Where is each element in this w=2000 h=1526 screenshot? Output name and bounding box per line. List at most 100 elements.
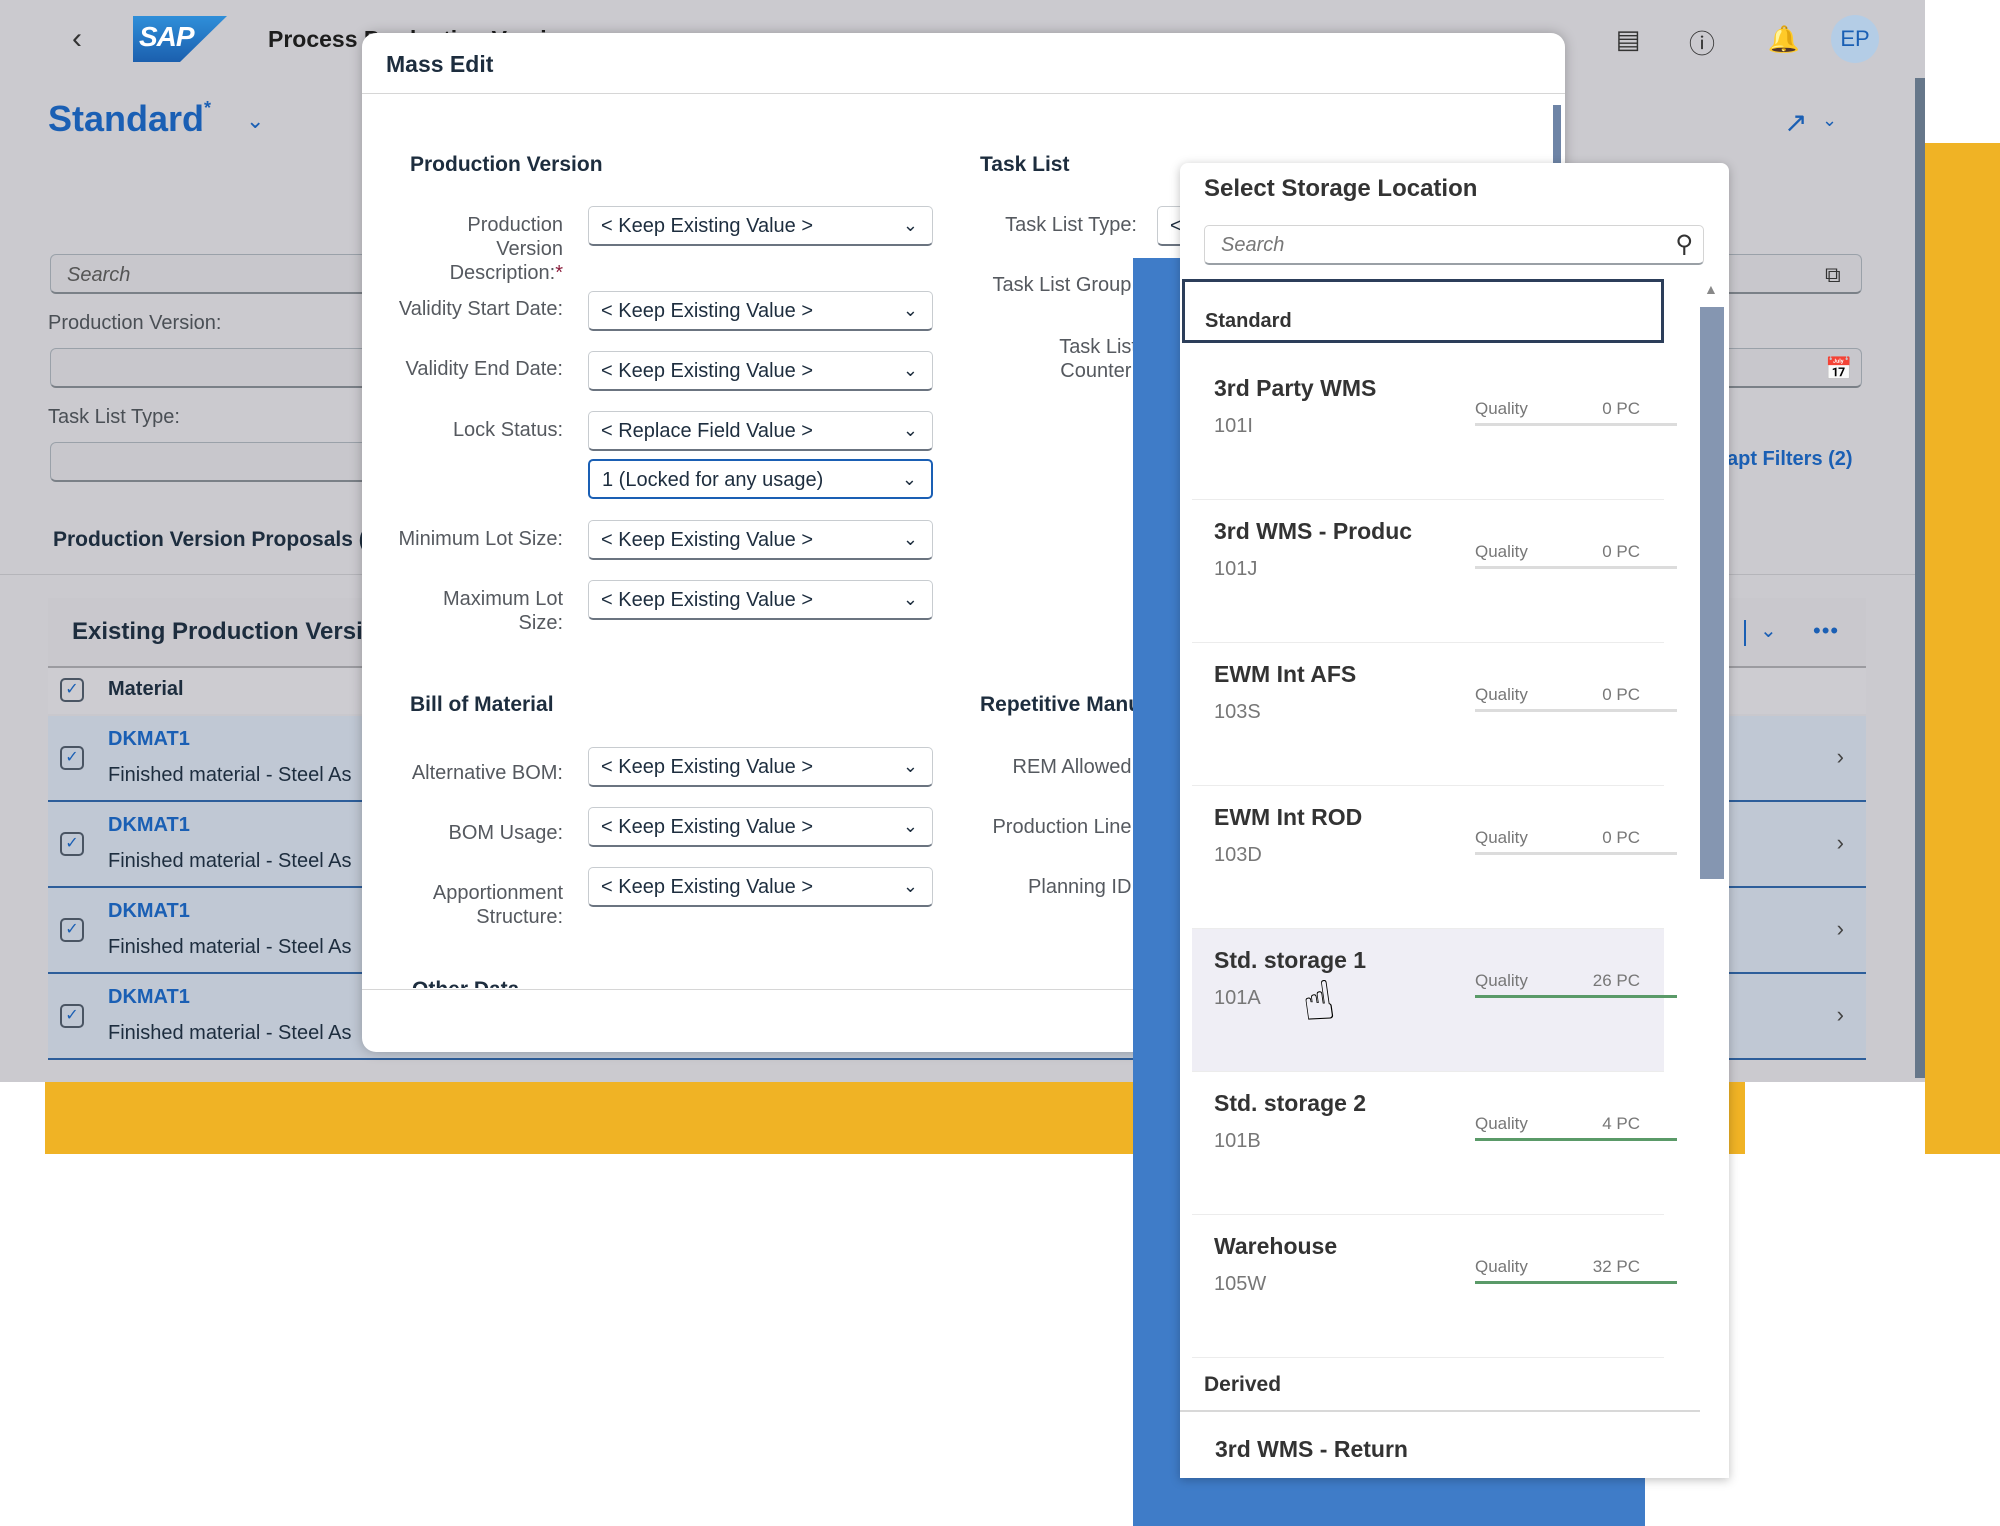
production-version-description-select[interactable]: < Keep Existing Value > ⌄: [588, 206, 933, 246]
row-checkbox[interactable]: ✓: [60, 746, 84, 770]
divider: [1180, 1410, 1700, 1412]
notification-icon[interactable]: 🔔: [1766, 24, 1802, 55]
section-title-repetitive-manufacturing: Repetitive Manu: [980, 693, 1142, 716]
group-header-standard: Standard: [1182, 279, 1664, 343]
chevron-down-icon[interactable]: ⌄: [1822, 110, 1837, 131]
lock-status-value-select[interactable]: 1 (Locked for any usage) ⌄: [588, 459, 933, 499]
variant-title[interactable]: Standard*: [48, 98, 211, 140]
storage-location-item[interactable]: Std. storage 1 101A Quality 26 PC: [1192, 929, 1677, 1072]
stock-quantity: 0 PC: [1602, 685, 1640, 704]
chevron-down-icon: ⌄: [902, 215, 918, 235]
bom-usage-select[interactable]: < Keep Existing Value > ⌄: [588, 807, 933, 847]
field-label: Planning ID:: [1028, 876, 1137, 898]
toolbar-separator: [1744, 620, 1746, 646]
storage-location-item[interactable]: EWM Int ROD 103D Quality 0 PC: [1192, 786, 1677, 929]
chevron-right-icon[interactable]: ›: [1837, 744, 1844, 770]
chevron-right-icon[interactable]: ›: [1837, 1002, 1844, 1028]
required-marker: *: [555, 262, 563, 284]
storage-location-item[interactable]: 3rd WMS - Produc 101J Quality 0 PC: [1192, 500, 1677, 643]
field-label: Task List Group:: [992, 274, 1137, 296]
location-code: 101B: [1214, 1130, 1261, 1152]
proposals-title[interactable]: Production Version Proposals (: [53, 528, 366, 552]
alternative-bom-select[interactable]: < Keep Existing Value > ⌄: [588, 747, 933, 787]
select-value: < Keep Existing Value >: [601, 816, 813, 838]
variant-name: Standard: [48, 98, 205, 139]
storage-location-item[interactable]: Std. storage 2 101B Quality 4 PC: [1192, 1072, 1677, 1215]
minimum-lot-size-select[interactable]: < Keep Existing Value > ⌄: [588, 520, 933, 560]
material-link[interactable]: DKMAT1: [108, 986, 190, 1009]
stock-type-label: Quality: [1475, 1114, 1528, 1133]
dialog-scrollbar[interactable]: [1553, 105, 1561, 165]
row-checkbox[interactable]: ✓: [60, 1004, 84, 1028]
location-name: 3rd Party WMS: [1214, 375, 1377, 401]
storage-location-item[interactable]: Warehouse 105W Quality 32 PC: [1192, 1215, 1677, 1358]
calendar-icon[interactable]: 📅: [1825, 356, 1852, 382]
field-label: REM Allowed:: [1012, 756, 1138, 778]
adapt-filters-link[interactable]: apt Filters (2): [1727, 448, 1853, 471]
stock-quantity: 0 PC: [1602, 399, 1640, 418]
select-value: < Keep Existing Value >: [601, 215, 813, 237]
help-icon[interactable]: ⓘ: [1684, 24, 1720, 61]
material-link[interactable]: DKMAT1: [108, 900, 190, 923]
select-value: 1 (Locked for any usage): [602, 469, 824, 491]
material-link[interactable]: DKMAT1: [108, 728, 190, 751]
field-label: BOM Usage:: [448, 822, 563, 844]
page-scrollbar[interactable]: [1915, 78, 1925, 1078]
feedback-icon[interactable]: ▤: [1610, 24, 1646, 55]
chevron-right-icon[interactable]: ›: [1837, 830, 1844, 856]
location-name: 3rd WMS - Produc: [1214, 518, 1413, 544]
storage-location-item[interactable]: 3rd Party WMS 101I Quality 0 PC: [1192, 357, 1677, 500]
stock-type-label: Quality: [1475, 685, 1528, 704]
user-avatar[interactable]: EP: [1831, 15, 1879, 63]
stock-type-label: Quality: [1475, 828, 1528, 847]
section-title-other-data: Other Data: [412, 978, 519, 988]
popup-title: Select Storage Location: [1204, 175, 1478, 202]
lock-status-mode-select[interactable]: < Replace Field Value > ⌄: [588, 411, 933, 451]
storage-location-item[interactable]: 3rd WMS - Return: [1215, 1436, 1408, 1463]
location-code: 101I: [1214, 415, 1253, 437]
table-title: Existing Production Versi: [72, 618, 363, 645]
column-header-material[interactable]: Material: [108, 678, 184, 701]
apportionment-structure-select[interactable]: < Keep Existing Value > ⌄: [588, 867, 933, 907]
select-value: < Keep Existing Value >: [601, 360, 813, 382]
location-code: 105W: [1214, 1273, 1267, 1295]
stock-type-label: Quality: [1475, 542, 1528, 561]
stock-type-label: Quality: [1475, 399, 1528, 418]
search-placeholder: Search: [1221, 234, 1285, 256]
field-label: Alternative BOM:: [411, 762, 563, 784]
search-icon[interactable]: ⚲: [1675, 230, 1693, 259]
location-code: 103D: [1214, 844, 1262, 866]
stock-bar: [1475, 566, 1677, 569]
validity-end-date-select[interactable]: < Keep Existing Value > ⌄: [588, 351, 933, 391]
popup-scrollbar[interactable]: [1700, 307, 1724, 879]
stock-bar: [1475, 709, 1677, 712]
select-value: < Keep Existing Value >: [601, 529, 813, 551]
chevron-right-icon[interactable]: ›: [1837, 916, 1844, 942]
validity-start-date-select[interactable]: < Keep Existing Value > ⌄: [588, 291, 933, 331]
copy-icon[interactable]: ⧉: [1825, 262, 1841, 288]
field-label: Production Line:: [992, 816, 1137, 838]
chevron-down-icon: ⌄: [902, 360, 918, 380]
more-icon[interactable]: •••: [1813, 618, 1839, 644]
scroll-up-icon[interactable]: ▲: [1704, 281, 1718, 297]
location-code: 101A: [1214, 987, 1261, 1009]
select-all-checkbox[interactable]: ✓: [60, 678, 84, 702]
row-checkbox[interactable]: ✓: [60, 918, 84, 942]
chevron-down-icon: ⌄: [902, 420, 918, 440]
row-checkbox[interactable]: ✓: [60, 832, 84, 856]
stock-bar: [1475, 1138, 1677, 1141]
chevron-down-icon[interactable]: ⌄: [1760, 618, 1777, 643]
storage-search-input[interactable]: Search ⚲: [1204, 225, 1704, 265]
back-icon[interactable]: ‹: [72, 22, 82, 56]
material-description: Finished material - Steel As: [108, 764, 352, 786]
chevron-down-icon: ⌄: [902, 756, 918, 776]
chevron-down-icon[interactable]: ⌄: [246, 108, 264, 134]
material-link[interactable]: DKMAT1: [108, 814, 190, 837]
storage-location-item[interactable]: EWM Int AFS 103S Quality 0 PC: [1192, 643, 1677, 786]
maximum-lot-size-select[interactable]: < Keep Existing Value > ⌄: [588, 580, 933, 620]
material-description: Finished material - Steel As: [108, 936, 352, 958]
filter-task-list-type-select[interactable]: [50, 442, 370, 482]
share-icon[interactable]: ↗: [1784, 106, 1807, 139]
label-text: Production Version Description:: [449, 214, 563, 284]
sap-logo: SAP: [133, 16, 227, 62]
